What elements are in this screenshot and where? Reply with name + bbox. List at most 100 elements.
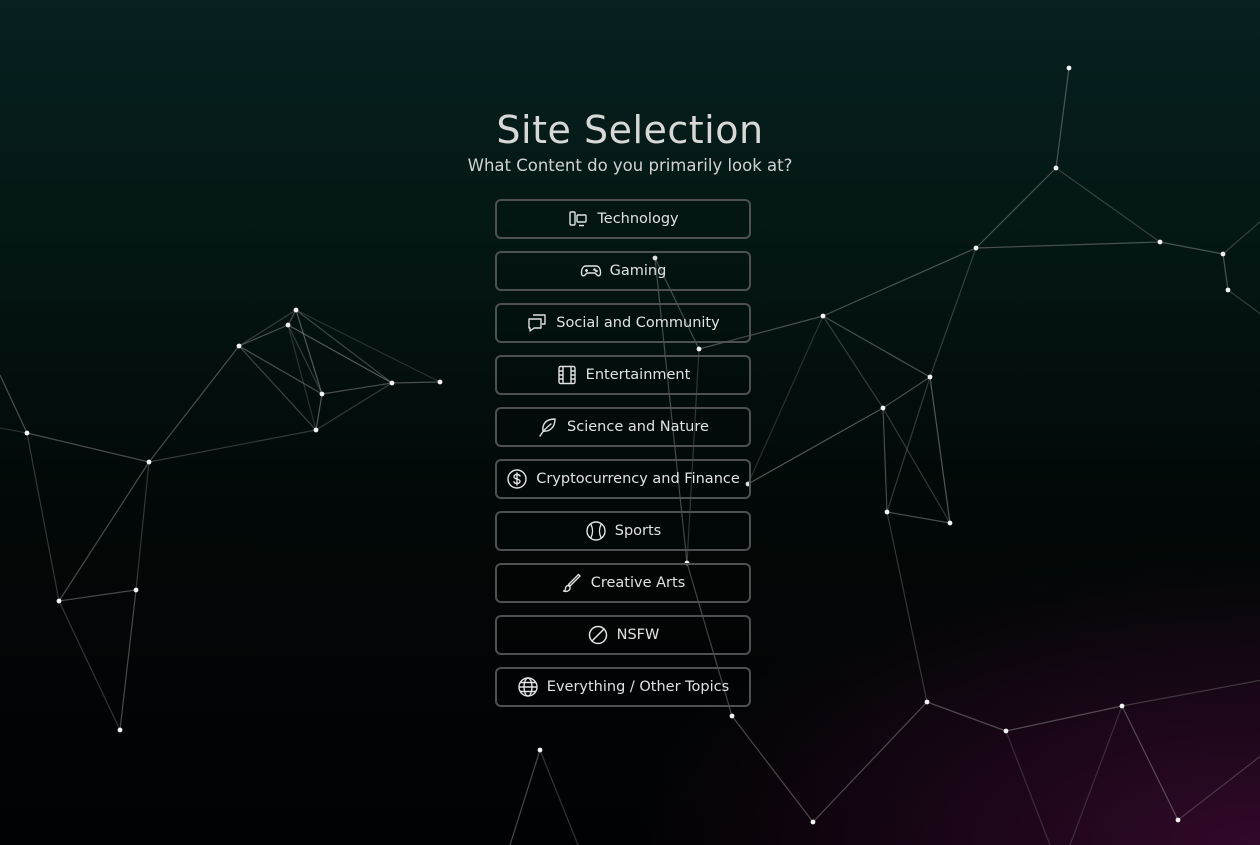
network-node <box>285 322 291 328</box>
network-line <box>295 309 393 384</box>
network-node <box>924 699 930 705</box>
network-line <box>321 382 393 395</box>
option-sports[interactable]: Sports <box>495 511 751 551</box>
option-cryptocurrency-and-finance[interactable]: Cryptocurrency and Finance <box>495 459 751 499</box>
option-social-and-community[interactable]: Social and Community <box>495 303 751 343</box>
network-node <box>293 307 299 313</box>
network-node <box>1003 728 1009 734</box>
option-label: Creative Arts <box>590 575 686 591</box>
network-line <box>1222 253 1229 291</box>
film-icon <box>556 364 578 386</box>
network-line <box>1005 705 1123 732</box>
option-label: Science and Nature <box>567 419 709 435</box>
option-label: Technology <box>597 211 679 227</box>
network-line <box>886 376 931 513</box>
network-node <box>1220 251 1226 257</box>
network-line <box>135 461 150 591</box>
network-line <box>1159 241 1224 255</box>
network-line <box>58 600 121 731</box>
network-node <box>319 391 325 397</box>
network-node <box>56 598 62 604</box>
network-line <box>1227 289 1260 315</box>
network-line <box>539 749 579 845</box>
network-line <box>391 381 441 384</box>
network-line <box>0 374 28 434</box>
network-line <box>26 432 150 463</box>
option-label: Everything / Other Topics <box>546 679 730 695</box>
network-line <box>886 511 951 524</box>
prohibited-icon <box>587 624 609 646</box>
option-creative-arts[interactable]: Creative Arts <box>495 563 751 603</box>
gamepad-icon <box>580 260 602 282</box>
network-line <box>287 324 393 384</box>
network-line <box>58 461 150 602</box>
network-line <box>119 589 137 731</box>
globe-icon <box>517 676 539 698</box>
network-line <box>822 315 931 378</box>
option-everything-other-topics[interactable]: Everything / Other Topics <box>495 667 751 707</box>
network-line <box>0 427 28 434</box>
network-line <box>315 393 323 431</box>
network-line <box>315 382 393 431</box>
network-line <box>509 749 541 845</box>
dollar-coin-icon <box>506 468 528 490</box>
option-label: Entertainment <box>585 367 691 383</box>
network-line <box>58 589 137 602</box>
leaf-icon <box>537 416 559 438</box>
network-node <box>820 313 826 319</box>
network-node <box>236 343 242 349</box>
option-label: Cryptocurrency and Finance <box>536 471 740 487</box>
network-node <box>1119 703 1125 709</box>
network-node <box>880 405 886 411</box>
network-line <box>238 324 289 347</box>
network-node <box>313 427 319 433</box>
network-node <box>146 459 152 465</box>
network-line <box>882 376 931 409</box>
network-line <box>148 429 317 463</box>
network-line <box>929 376 951 524</box>
network-line <box>26 432 60 602</box>
network-node <box>389 380 395 386</box>
network-line <box>886 511 928 703</box>
network-line <box>975 241 1161 249</box>
network-node <box>1175 817 1181 823</box>
option-science-and-nature[interactable]: Science and Nature <box>495 407 751 447</box>
network-node <box>810 819 816 825</box>
option-label: Social and Community <box>556 315 720 331</box>
network-node <box>947 520 953 526</box>
network-line <box>812 701 928 823</box>
network-line <box>1121 705 1179 821</box>
network-line <box>882 407 951 524</box>
network-line <box>1121 679 1260 707</box>
network-line <box>148 345 240 463</box>
network-line <box>1005 730 1051 845</box>
network-line <box>929 247 977 378</box>
network-line <box>975 167 1057 249</box>
network-node <box>1225 287 1231 293</box>
option-gaming[interactable]: Gaming <box>495 251 751 291</box>
network-node <box>437 379 443 385</box>
network-node <box>24 430 30 436</box>
network-node <box>927 374 933 380</box>
option-label: NSFW <box>616 627 660 643</box>
option-label: Sports <box>614 523 662 539</box>
option-technology[interactable]: Technology <box>495 199 751 239</box>
network-line <box>238 309 297 347</box>
network-node <box>973 245 979 251</box>
network-line <box>822 315 884 409</box>
page-title: Site Selection <box>496 108 764 152</box>
network-line <box>882 407 888 513</box>
option-nsfw[interactable]: NSFW <box>495 615 751 655</box>
page-subtitle: What Content do you primarily look at? <box>467 156 793 175</box>
network-line <box>295 309 441 383</box>
brush-icon <box>561 572 583 594</box>
option-entertainment[interactable]: Entertainment <box>495 355 751 395</box>
network-node <box>537 747 543 753</box>
network-node <box>884 509 890 515</box>
network-line <box>747 407 884 485</box>
network-line <box>731 715 814 823</box>
ball-icon <box>585 520 607 542</box>
network-line <box>822 247 977 317</box>
network-line <box>1055 167 1161 243</box>
network-line <box>1069 705 1123 845</box>
